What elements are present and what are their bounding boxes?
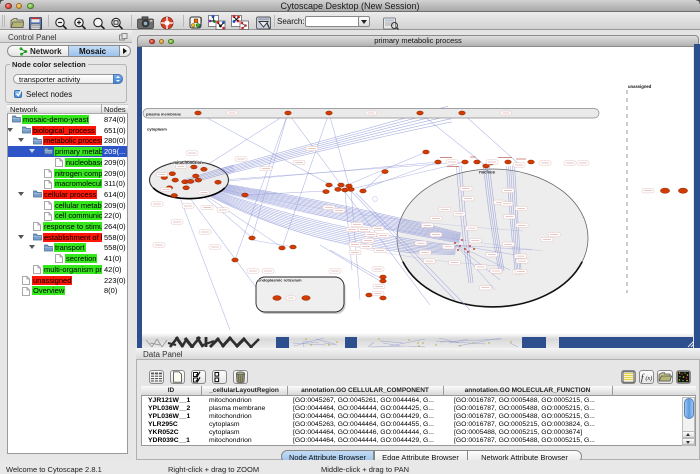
svg-text:plasma membrane: plasma membrane — [146, 112, 182, 117]
svg-text:cytoplasm: cytoplasm — [147, 127, 167, 132]
svg-text:unassigned: unassigned — [628, 84, 652, 89]
svg-text:endoplasmic reticulum: endoplasmic reticulum — [258, 278, 302, 283]
svg-text:(x): (x) — [646, 375, 653, 382]
svg-text:f: f — [641, 373, 645, 383]
svg-text:nucleus: nucleus — [479, 170, 495, 175]
